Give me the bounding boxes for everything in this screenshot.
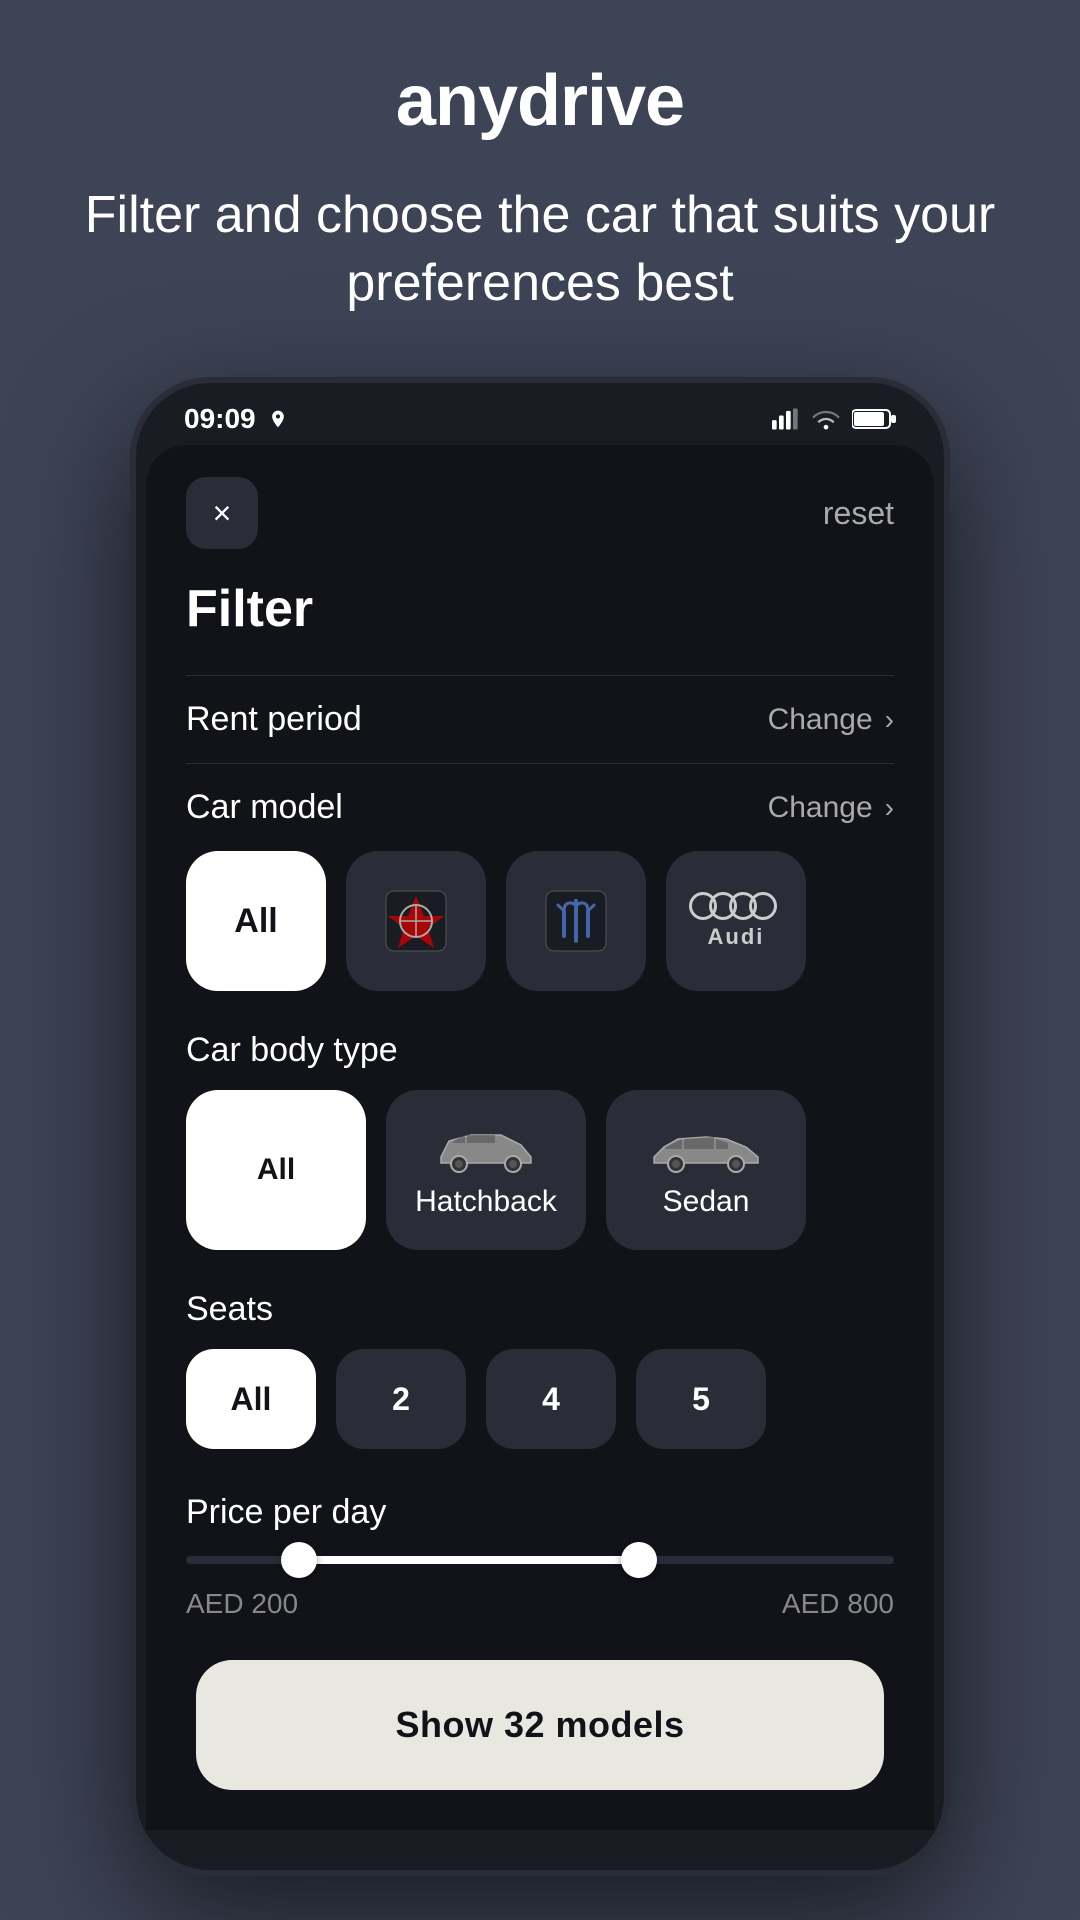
seat-chip-all[interactable]: All <box>186 1349 316 1449</box>
price-labels: AED 200 AED 800 <box>186 1588 894 1620</box>
filter-title: Filter <box>186 579 894 639</box>
price-min-label: AED 200 <box>186 1588 298 1620</box>
seat-chip-5[interactable]: 5 <box>636 1349 766 1449</box>
price-fill <box>299 1556 639 1564</box>
porsche-logo <box>376 881 456 961</box>
rent-period-row[interactable]: Rent period Change › <box>186 675 894 763</box>
body-chip-all[interactable]: All <box>186 1090 366 1250</box>
hatchback-car-icon <box>431 1121 541 1173</box>
signal-icon <box>772 408 800 430</box>
rent-period-chevron: › <box>885 704 894 736</box>
phone-mockup: 09:09 <box>130 377 950 1876</box>
body-chip-sedan[interactable]: Sedan <box>606 1090 806 1250</box>
status-icons-group <box>772 408 896 430</box>
audi-text: Audi <box>708 924 765 950</box>
car-model-chevron: › <box>885 792 894 824</box>
price-thumb-min[interactable] <box>281 1542 317 1578</box>
status-time: 09:09 <box>184 403 256 435</box>
brand-chip-porsche[interactable] <box>346 851 486 991</box>
status-bar: 09:09 <box>136 383 944 445</box>
rent-period-change[interactable]: Change › <box>768 703 894 737</box>
app-title: anydrive <box>396 60 684 142</box>
body-chip-hatchback[interactable]: Hatchback <box>386 1090 586 1250</box>
seat-chip-2[interactable]: 2 <box>336 1349 466 1449</box>
car-model-change[interactable]: Change › <box>768 791 894 825</box>
reset-button[interactable]: reset <box>823 495 894 532</box>
price-label: Price per day <box>186 1493 894 1532</box>
brand-chip-all-label: All <box>234 902 277 941</box>
rent-period-change-label: Change <box>768 703 873 737</box>
sedan-car-icon <box>646 1121 766 1173</box>
audi-logo: Audi <box>695 892 777 950</box>
car-body-type-label: Car body type <box>186 1031 894 1070</box>
rent-period-label: Rent period <box>186 700 362 739</box>
filter-header: × reset <box>186 477 894 549</box>
wifi-icon <box>812 408 840 430</box>
car-model-change-label: Change <box>768 791 873 825</box>
body-chip-hatchback-label: Hatchback <box>415 1185 557 1219</box>
status-time-group: 09:09 <box>184 403 288 435</box>
screen-content: × reset Filter Rent period Change › Car … <box>146 445 934 1830</box>
maserati-logo <box>536 881 616 961</box>
price-max-label: AED 800 <box>782 1588 894 1620</box>
seat-chips-row: All 2 4 5 <box>186 1349 894 1457</box>
body-chip-sedan-label: Sedan <box>663 1185 750 1219</box>
app-subtitle: Filter and choose the car that suits you… <box>80 182 1000 317</box>
brand-chips-row: All <box>186 851 894 999</box>
price-thumb-max[interactable] <box>621 1542 657 1578</box>
battery-icon <box>852 408 896 430</box>
show-models-button[interactable]: Show 32 models <box>196 1660 884 1790</box>
seats-label: Seats <box>186 1290 894 1329</box>
seat-chip-4[interactable]: 4 <box>486 1349 616 1449</box>
price-section: Price per day AED 200 AED 800 <box>186 1493 894 1620</box>
brand-chip-audi[interactable]: Audi <box>666 851 806 991</box>
cta-container: Show 32 models <box>196 1660 884 1790</box>
body-chips-row: All Hatchback <box>186 1090 894 1258</box>
location-icon <box>268 409 288 429</box>
brand-chip-all[interactable]: All <box>186 851 326 991</box>
car-model-row[interactable]: Car model Change › <box>186 763 894 851</box>
price-slider[interactable] <box>186 1556 894 1564</box>
body-chip-all-label: All <box>257 1153 295 1187</box>
car-model-label: Car model <box>186 788 343 827</box>
close-button[interactable]: × <box>186 477 258 549</box>
brand-chip-maserati[interactable] <box>506 851 646 991</box>
